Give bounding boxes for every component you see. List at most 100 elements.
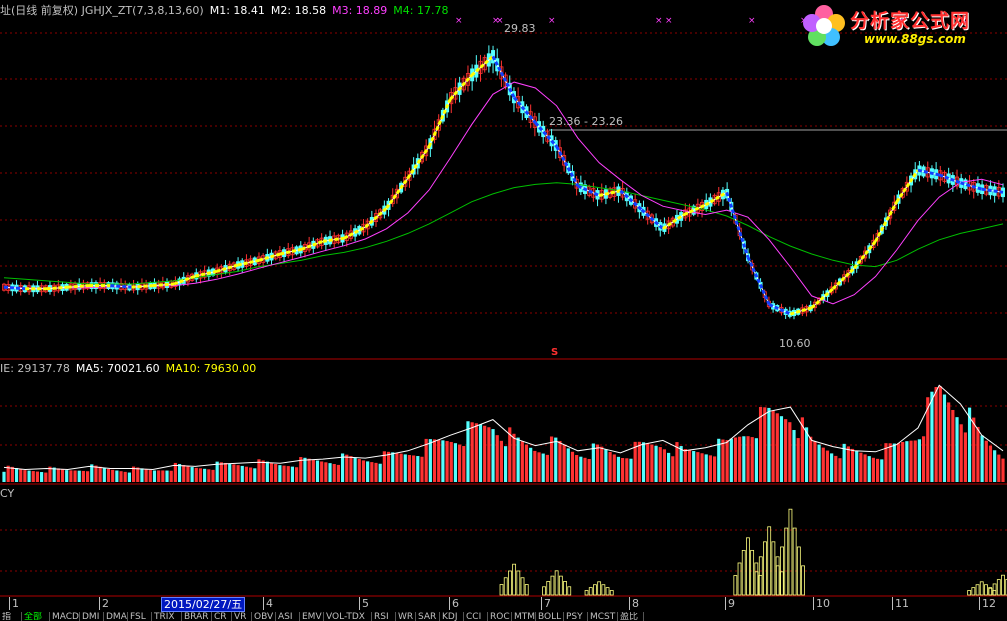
volume-bar <box>106 468 111 482</box>
main-legend-item: M3: 18.89 <box>332 4 388 17</box>
x-axis-tick <box>449 597 450 610</box>
tab-psy[interactable]: PSY <box>564 612 588 621</box>
volume-bar <box>115 470 119 482</box>
volume-bar <box>332 464 336 482</box>
tab-asi[interactable]: ASI <box>276 612 300 621</box>
volume-bar <box>269 462 274 482</box>
indicator-bar <box>979 581 984 596</box>
volume-bar <box>888 443 892 482</box>
volume-bar <box>712 456 717 482</box>
tab-emv[interactable]: EMV <box>300 612 324 621</box>
volume-bar <box>729 438 733 482</box>
tab-sar[interactable]: SAR <box>416 612 440 621</box>
indicator-bar <box>996 579 1001 596</box>
tab-vol-tdx[interactable]: VOL-TDX <box>324 612 372 621</box>
volume-bar <box>520 441 524 482</box>
volume-bar <box>428 439 432 482</box>
volume-bar <box>846 446 850 482</box>
volume-bar <box>667 452 671 482</box>
tab-obv[interactable]: OBV <box>252 612 276 621</box>
volume-bar <box>315 460 320 482</box>
volume-bar <box>683 449 687 482</box>
volume-bar <box>733 437 738 482</box>
volume-bar <box>742 436 746 482</box>
volume-bar <box>144 469 148 482</box>
tab--[interactable]: 全部 <box>22 612 50 621</box>
indicator-tab-bar: 指标全部MACDDMIDMAFSLTRIXBRARCRVROBVASIEMVVO… <box>0 612 1007 621</box>
volume-bar <box>56 468 60 482</box>
tab-macd[interactable]: MACD <box>50 612 80 621</box>
volume-bar <box>834 455 838 482</box>
volume-bar <box>575 455 579 482</box>
volume-bar <box>579 456 583 482</box>
tab--[interactable]: 盈比 <box>618 612 644 621</box>
tab-mcst[interactable]: MCST <box>588 612 618 621</box>
volume-bar <box>466 421 470 482</box>
volume-bar <box>140 468 144 482</box>
x-axis-label: 9 <box>728 597 735 610</box>
x-axis-label: 2 <box>102 597 109 610</box>
indicator-bar <box>609 590 614 596</box>
tab-trix[interactable]: TRIX <box>152 612 182 621</box>
volume-bar <box>621 458 625 482</box>
volume-bar <box>997 454 1001 482</box>
volume-bar <box>487 427 491 482</box>
volume-bar <box>336 464 340 482</box>
volume-bar <box>211 469 215 482</box>
x-axis-tick <box>9 597 10 610</box>
indicator-bar <box>796 546 801 596</box>
volume-bar <box>249 467 253 482</box>
volume-bar <box>198 468 203 482</box>
volume-bar <box>993 450 997 482</box>
tab-rsi[interactable]: RSI <box>372 612 396 621</box>
tab-brar[interactable]: BRAR <box>182 612 212 621</box>
volume-bar <box>370 462 374 482</box>
volume-bar <box>951 409 955 482</box>
volume-bar <box>959 424 963 482</box>
tab-vr[interactable]: VR <box>232 612 252 621</box>
volume-bar <box>679 446 683 482</box>
volume-bar <box>821 447 825 482</box>
tab-cci[interactable]: CCI <box>464 612 488 621</box>
indicator-bar <box>499 584 504 596</box>
volume-bar <box>324 462 328 482</box>
volume-bar <box>207 469 211 482</box>
logo-brand-text: 分析家公式网 <box>850 10 971 32</box>
stock-chart[interactable]: ××××××××××× <box>0 0 1007 621</box>
indicator-bar <box>763 541 767 596</box>
tab-wr[interactable]: WR <box>396 612 416 621</box>
tab-boll[interactable]: BOLL <box>536 612 564 621</box>
signal-marker: × <box>496 16 504 26</box>
tab--[interactable]: 指标 <box>0 612 22 621</box>
volume-bar <box>976 426 980 482</box>
volume-bar <box>591 443 595 482</box>
main-legend-item: 址(日线 前复权) JGHJX_ZT(7,3,8,13,60) <box>0 4 204 17</box>
volume-bar <box>721 439 725 482</box>
volume-bar <box>374 462 378 482</box>
volume-bar <box>378 463 382 482</box>
volume-bar <box>253 468 257 482</box>
tab-mtm[interactable]: MTM <box>512 612 536 621</box>
volume-bar <box>549 436 554 482</box>
volume-bar <box>562 444 566 482</box>
tab-roc[interactable]: ROC <box>488 612 512 621</box>
x-axis-tick <box>979 597 980 610</box>
volume-bar <box>23 470 27 482</box>
tab-cr[interactable]: CR <box>212 612 232 621</box>
volume-bar <box>391 452 395 482</box>
volume-bar <box>913 440 917 482</box>
tab-dma[interactable]: DMA <box>104 612 128 621</box>
indicator-bar <box>593 584 597 596</box>
tab-fsl[interactable]: FSL <box>128 612 152 621</box>
volume-bar <box>533 450 537 482</box>
volume-bar <box>784 419 788 482</box>
volume-bar <box>754 438 758 482</box>
indicator-bar <box>737 562 742 596</box>
indicator-bar <box>1001 574 1005 596</box>
volume-bar <box>357 458 361 482</box>
tab-dmi[interactable]: DMI <box>80 612 104 621</box>
indicator-bar <box>512 563 517 596</box>
tab-kdj[interactable]: KDJ <box>440 612 464 621</box>
volume-bar <box>27 470 31 482</box>
volume-legend-item: MA10: 79630.00 <box>165 362 257 375</box>
